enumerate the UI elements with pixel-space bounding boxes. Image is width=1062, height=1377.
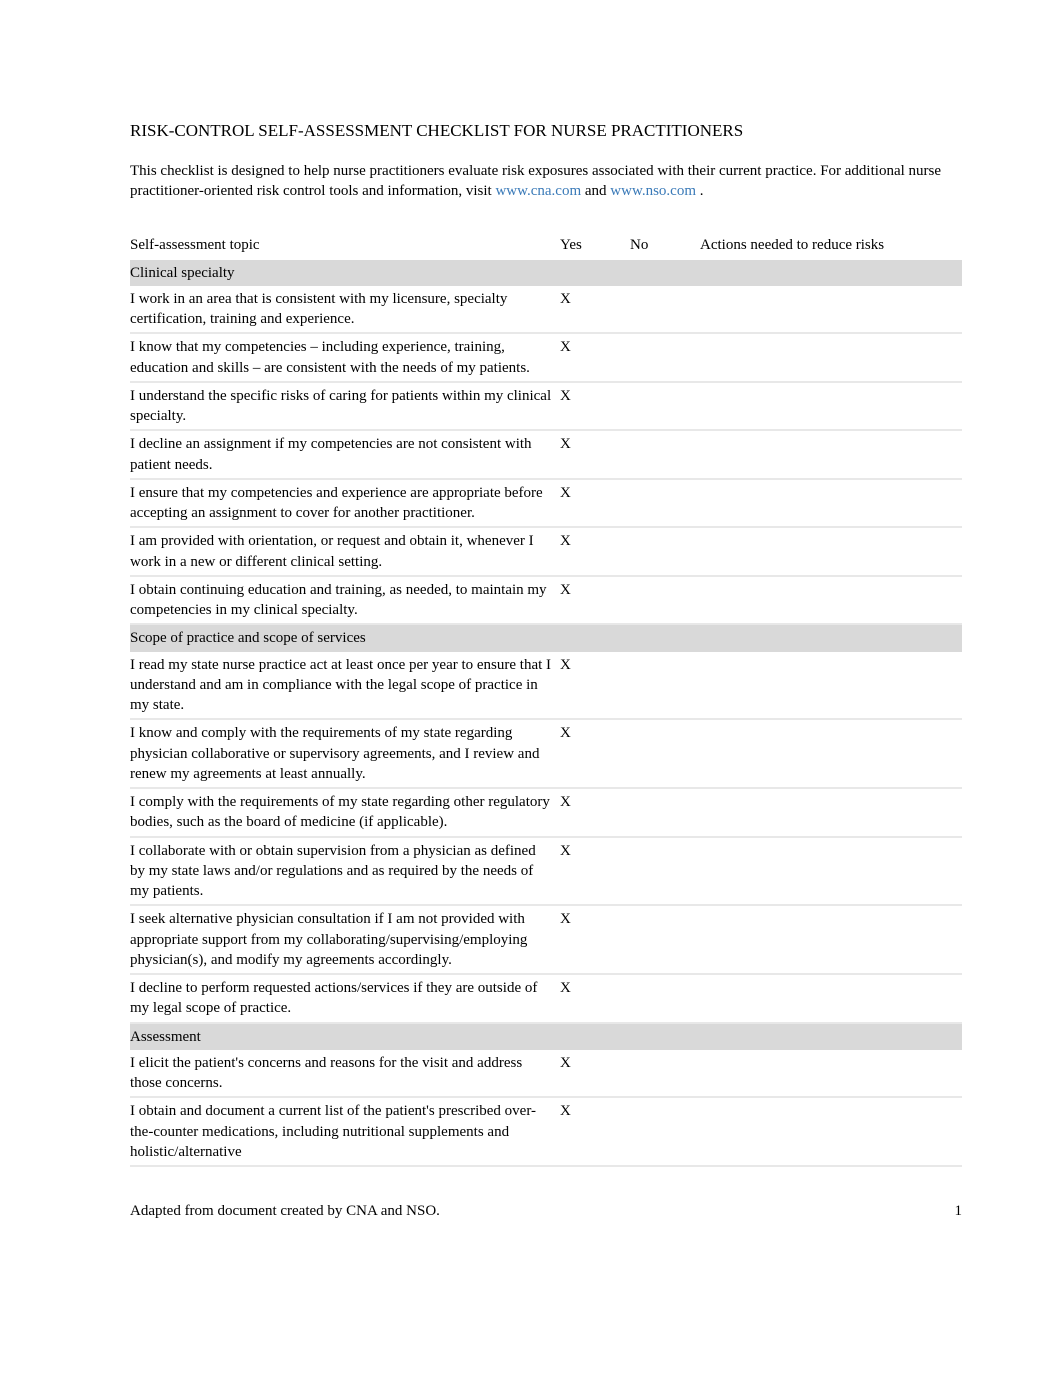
item-topic: I obtain continuing education and traini… bbox=[130, 576, 560, 625]
item-actions bbox=[700, 333, 962, 382]
table-row: I obtain and document a current list of … bbox=[130, 1097, 962, 1166]
item-no bbox=[630, 974, 700, 1023]
page-footer: Adapted from document created by CNA and… bbox=[130, 1201, 962, 1221]
item-actions bbox=[700, 479, 962, 528]
item-no bbox=[630, 1050, 700, 1098]
item-yes: X bbox=[560, 837, 630, 906]
table-row: I read my state nurse practice act at le… bbox=[130, 652, 962, 720]
item-yes: X bbox=[560, 576, 630, 625]
item-actions bbox=[700, 1097, 962, 1166]
section-label: Scope of practice and scope of services bbox=[130, 624, 962, 651]
item-topic: I know that my competencies – including … bbox=[130, 333, 560, 382]
item-topic: I collaborate with or obtain supervision… bbox=[130, 837, 560, 906]
item-yes: X bbox=[560, 430, 630, 479]
table-row: I elicit the patient's concerns and reas… bbox=[130, 1050, 962, 1098]
item-topic: I decline to perform requested actions/s… bbox=[130, 974, 560, 1023]
header-topic: Self-assessment topic bbox=[130, 231, 560, 259]
table-row: I seek alternative physician consultatio… bbox=[130, 905, 962, 974]
item-actions bbox=[700, 788, 962, 837]
footer-credit: Adapted from document created by CNA and… bbox=[130, 1201, 440, 1221]
item-no bbox=[630, 382, 700, 431]
item-actions bbox=[700, 905, 962, 974]
item-yes: X bbox=[560, 479, 630, 528]
item-no bbox=[630, 837, 700, 906]
item-actions bbox=[700, 430, 962, 479]
item-yes: X bbox=[560, 286, 630, 334]
section-label: Assessment bbox=[130, 1023, 962, 1050]
item-actions bbox=[700, 837, 962, 906]
item-topic: I know and comply with the requirements … bbox=[130, 719, 560, 788]
item-no bbox=[630, 652, 700, 720]
table-row: I decline an assignment if my competenci… bbox=[130, 430, 962, 479]
link-nso[interactable]: www.nso.com bbox=[610, 183, 696, 199]
table-row: I am provided with orientation, or reque… bbox=[130, 527, 962, 576]
item-yes: X bbox=[560, 905, 630, 974]
table-header-row: Self-assessment topic Yes No Actions nee… bbox=[130, 231, 962, 259]
table-row: I ensure that my competencies and experi… bbox=[130, 479, 962, 528]
item-yes: X bbox=[560, 382, 630, 431]
item-topic: I obtain and document a current list of … bbox=[130, 1097, 560, 1166]
table-row: I know that my competencies – including … bbox=[130, 333, 962, 382]
item-no bbox=[630, 430, 700, 479]
item-topic: I comply with the requirements of my sta… bbox=[130, 788, 560, 837]
header-no: No bbox=[630, 231, 700, 259]
table-row: I know and comply with the requirements … bbox=[130, 719, 962, 788]
item-actions bbox=[700, 527, 962, 576]
item-topic: I work in an area that is consistent wit… bbox=[130, 286, 560, 334]
item-no bbox=[630, 905, 700, 974]
section-label: Clinical specialty bbox=[130, 260, 962, 286]
intro-text-3: . bbox=[700, 183, 704, 199]
item-no bbox=[630, 333, 700, 382]
section-header-row: Assessment bbox=[130, 1023, 962, 1050]
item-topic: I ensure that my competencies and experi… bbox=[130, 479, 560, 528]
item-yes: X bbox=[560, 788, 630, 837]
item-yes: X bbox=[560, 527, 630, 576]
section-header-row: Clinical specialty bbox=[130, 260, 962, 286]
item-actions bbox=[700, 974, 962, 1023]
item-no bbox=[630, 1097, 700, 1166]
item-yes: X bbox=[560, 1097, 630, 1166]
item-topic: I am provided with orientation, or reque… bbox=[130, 527, 560, 576]
item-no bbox=[630, 527, 700, 576]
item-no bbox=[630, 479, 700, 528]
intro-paragraph: This checklist is designed to help nurse… bbox=[130, 161, 962, 202]
table-row: I collaborate with or obtain supervision… bbox=[130, 837, 962, 906]
item-no bbox=[630, 286, 700, 334]
section-header-row: Scope of practice and scope of services bbox=[130, 624, 962, 651]
item-actions bbox=[700, 652, 962, 720]
item-yes: X bbox=[560, 719, 630, 788]
intro-text-2: and bbox=[585, 183, 610, 199]
page-title: RISK-CONTROL SELF-ASSESSMENT CHECKLIST F… bbox=[130, 120, 962, 143]
item-topic: I elicit the patient's concerns and reas… bbox=[130, 1050, 560, 1098]
item-topic: I understand the specific risks of carin… bbox=[130, 382, 560, 431]
item-no bbox=[630, 719, 700, 788]
table-row: I work in an area that is consistent wit… bbox=[130, 286, 962, 334]
item-actions bbox=[700, 1050, 962, 1098]
item-yes: X bbox=[560, 333, 630, 382]
item-topic: I seek alternative physician consultatio… bbox=[130, 905, 560, 974]
item-no bbox=[630, 576, 700, 625]
item-actions bbox=[700, 719, 962, 788]
table-row: I understand the specific risks of carin… bbox=[130, 382, 962, 431]
table-row: I obtain continuing education and traini… bbox=[130, 576, 962, 625]
header-yes: Yes bbox=[560, 231, 630, 259]
item-actions bbox=[700, 576, 962, 625]
link-cna[interactable]: www.cna.com bbox=[495, 183, 581, 199]
item-actions bbox=[700, 286, 962, 334]
header-actions: Actions needed to reduce risks bbox=[700, 231, 962, 259]
checklist-table: Self-assessment topic Yes No Actions nee… bbox=[130, 231, 962, 1167]
item-actions bbox=[700, 382, 962, 431]
item-no bbox=[630, 788, 700, 837]
page-number: 1 bbox=[955, 1201, 963, 1221]
table-row: I comply with the requirements of my sta… bbox=[130, 788, 962, 837]
item-yes: X bbox=[560, 974, 630, 1023]
item-yes: X bbox=[560, 652, 630, 720]
item-yes: X bbox=[560, 1050, 630, 1098]
item-topic: I decline an assignment if my competenci… bbox=[130, 430, 560, 479]
table-row: I decline to perform requested actions/s… bbox=[130, 974, 962, 1023]
item-topic: I read my state nurse practice act at le… bbox=[130, 652, 560, 720]
